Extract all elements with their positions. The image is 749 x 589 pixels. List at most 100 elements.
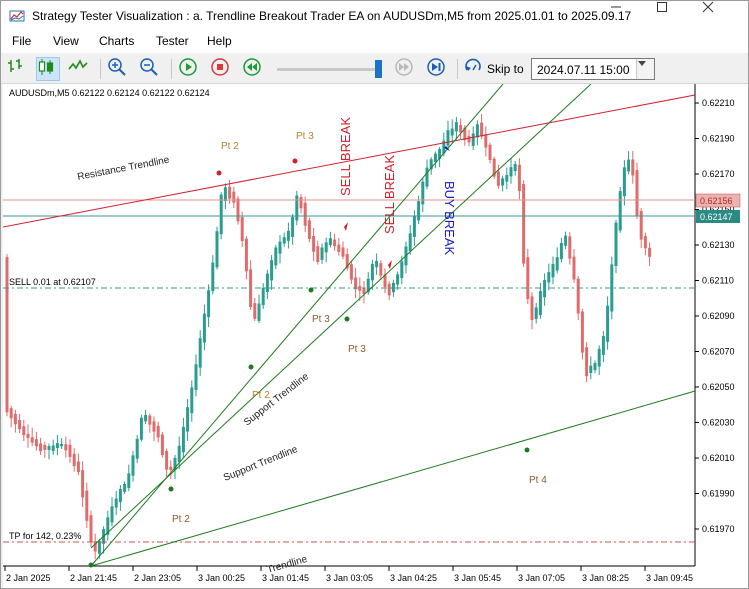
candle-body bbox=[244, 238, 248, 272]
candle-body bbox=[26, 433, 30, 438]
rewind-icon bbox=[243, 58, 261, 76]
candle-body bbox=[22, 426, 26, 436]
support-point-1 bbox=[168, 486, 174, 492]
candle-body bbox=[232, 191, 236, 203]
menu-help[interactable]: Help bbox=[207, 34, 232, 48]
candle-body bbox=[223, 187, 227, 202]
close-button[interactable] bbox=[702, 1, 748, 31]
resistance-point-3 bbox=[292, 158, 298, 164]
calendar-dropdown-icon[interactable] bbox=[636, 59, 654, 79]
candle-body bbox=[215, 231, 219, 268]
candle-body bbox=[501, 178, 505, 186]
menu-view[interactable]: View bbox=[53, 34, 79, 48]
step-forward-button[interactable] bbox=[394, 57, 418, 81]
candle-body bbox=[379, 263, 383, 276]
minimize-button[interactable] bbox=[610, 1, 656, 31]
candle-body bbox=[505, 175, 509, 182]
rewind-button[interactable] bbox=[242, 57, 266, 81]
candle-body bbox=[253, 303, 257, 319]
price-chart[interactable]: 0.622100.621900.621700.621500.621300.621… bbox=[3, 84, 748, 588]
skip-to-button[interactable] bbox=[463, 57, 487, 81]
maximize-button[interactable] bbox=[656, 1, 702, 31]
play-icon bbox=[179, 58, 197, 76]
candle-body bbox=[47, 446, 51, 450]
candle-body bbox=[627, 159, 631, 172]
speed-slider-thumb[interactable] bbox=[375, 60, 382, 78]
support-point-2 bbox=[248, 364, 254, 370]
candle-body bbox=[635, 170, 639, 217]
skip-date-picker[interactable]: 2024.07.11 15:00 bbox=[531, 58, 655, 80]
sell-break-label-2: SELL BREAK bbox=[382, 155, 397, 234]
support-point-origin bbox=[88, 562, 94, 568]
time-tick-label: 3 Jan 09:45 bbox=[646, 573, 693, 583]
time-tick-label: 2 Jan 23:05 bbox=[134, 573, 181, 583]
candle-body bbox=[282, 237, 286, 244]
play-button[interactable] bbox=[178, 57, 202, 81]
candle-body bbox=[530, 296, 534, 320]
candle-body bbox=[471, 133, 475, 146]
skip-date-value: 2024.07.11 15:00 bbox=[537, 63, 630, 77]
candlestick-button[interactable] bbox=[36, 57, 60, 81]
candle-body bbox=[190, 387, 194, 414]
tester-window: Strategy Tester Visualization : a. Trend… bbox=[0, 0, 749, 589]
time-axis: 2 Jan 2025 2 Jan 21:45 2 Jan 23:05 3 Jan 00… bbox=[4, 566, 693, 583]
candle-body bbox=[307, 220, 311, 240]
bar-chart-icon bbox=[8, 59, 22, 72]
zoom-in-icon bbox=[108, 58, 126, 76]
menu-tester[interactable]: Tester bbox=[156, 34, 189, 48]
candle-body bbox=[123, 483, 127, 492]
candle-body bbox=[43, 445, 47, 450]
candle-body bbox=[341, 247, 345, 257]
toolbar: Skip to 2024.07.11 15:00 bbox=[1, 53, 748, 84]
candle-body bbox=[181, 426, 185, 453]
time-tick-label: 3 Jan 03:05 bbox=[326, 573, 373, 583]
stop-button[interactable] bbox=[210, 57, 234, 81]
support-trendline-steep[interactable] bbox=[90, 84, 504, 567]
menu-file[interactable]: File bbox=[12, 34, 31, 48]
candle-body bbox=[522, 184, 526, 264]
candle-body bbox=[564, 235, 568, 246]
candle-body bbox=[421, 181, 425, 205]
candle-body bbox=[509, 167, 513, 177]
candle-body bbox=[526, 257, 530, 300]
candle-body bbox=[291, 216, 295, 237]
candle-body bbox=[236, 198, 240, 222]
line-chart-icon bbox=[68, 59, 88, 70]
support-point-3b bbox=[344, 316, 350, 322]
skip-to-icon bbox=[465, 58, 481, 71]
chart-area[interactable]: 0.62210 0.62190 0.62170 0.62150 0.62130 0.621… bbox=[3, 84, 748, 588]
pt3-resistance-label: Pt 3 bbox=[296, 131, 314, 142]
candle-body bbox=[39, 443, 43, 452]
title-bar[interactable]: Strategy Tester Visualization : a. Trend… bbox=[1, 1, 748, 31]
candle-body bbox=[412, 215, 416, 237]
stop-icon bbox=[211, 58, 229, 76]
candle-body bbox=[446, 130, 450, 146]
line-chart-button[interactable] bbox=[68, 57, 92, 81]
sell-order-label: SELL 0.01 at 0.62107 bbox=[9, 277, 96, 287]
price-tick-label: 0.62010 bbox=[702, 453, 735, 463]
resistance-point-2 bbox=[216, 170, 222, 176]
candle-body bbox=[89, 515, 93, 543]
zoom-out-icon bbox=[140, 58, 158, 76]
time-tick-label: 2 Jan 21:45 bbox=[70, 573, 117, 583]
price-tick-label: 0.61990 bbox=[702, 489, 735, 499]
candle-body bbox=[72, 453, 76, 467]
candle-body bbox=[597, 348, 601, 367]
candle-body bbox=[543, 279, 547, 298]
zoom-in-button[interactable] bbox=[107, 57, 131, 81]
candle-body bbox=[589, 365, 593, 373]
candle-body bbox=[156, 425, 160, 438]
bar-chart-button[interactable] bbox=[7, 57, 31, 81]
skip-to-end-button[interactable] bbox=[426, 57, 450, 81]
support-point-4 bbox=[524, 447, 530, 453]
sell-break-arrow-1 bbox=[344, 222, 348, 231]
menu-charts[interactable]: Charts bbox=[99, 34, 134, 48]
candle-body bbox=[433, 153, 437, 163]
candle-body bbox=[228, 186, 232, 199]
support-trendline-low[interactable] bbox=[90, 390, 696, 567]
zoom-out-button[interactable] bbox=[139, 57, 163, 81]
candle-body bbox=[9, 408, 13, 419]
speed-slider[interactable] bbox=[277, 68, 377, 71]
window-title: Strategy Tester Visualization : a. Trend… bbox=[32, 9, 632, 23]
candle-body bbox=[114, 498, 118, 508]
